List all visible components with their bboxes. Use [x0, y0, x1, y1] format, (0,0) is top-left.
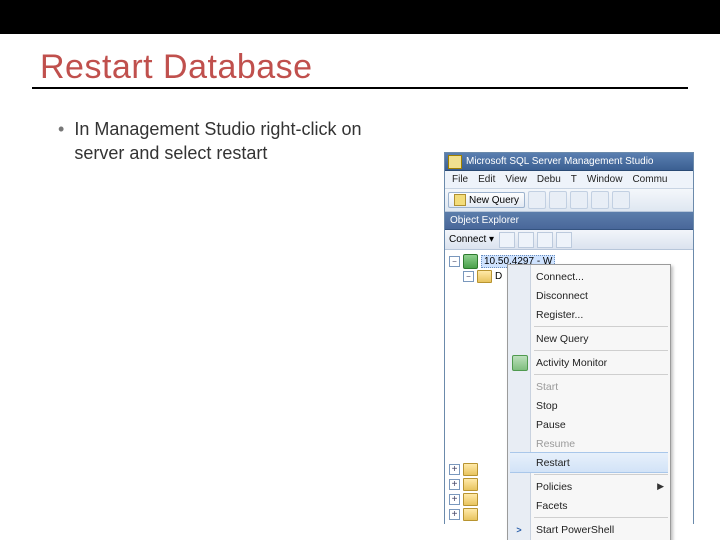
context-menu-item-label: Start [536, 381, 558, 393]
explorer-toolbar-button[interactable] [537, 232, 553, 248]
context-menu-item-start-powershell[interactable]: > Start PowerShell [508, 520, 670, 539]
menu-debug[interactable]: Debu [532, 174, 566, 185]
context-menu-item-label: Resume [536, 438, 575, 450]
context-menu-item-label: Policies [536, 481, 572, 493]
menu-view[interactable]: View [500, 174, 532, 185]
context-menu-separator [534, 326, 668, 327]
slide: Restart Database • In Management Studio … [0, 0, 720, 540]
ssms-window: Microsoft SQL Server Management Studio F… [444, 152, 694, 524]
explorer-toolbar-button[interactable] [556, 232, 572, 248]
folder-icon [463, 478, 478, 491]
new-query-icon [454, 194, 466, 206]
expand-icon[interactable]: + [449, 464, 460, 475]
object-explorer-toolbar: Connect ▾ [445, 230, 693, 250]
slide-title: Restart Database [40, 48, 720, 87]
expand-icon[interactable]: + [449, 509, 460, 520]
submenu-arrow-icon: ▶ [657, 481, 664, 492]
context-menu-item-facets[interactable]: Facets [508, 496, 670, 515]
context-menu-item-label: Start PowerShell [536, 524, 614, 536]
server-icon [463, 254, 478, 269]
collapse-icon[interactable]: − [463, 271, 474, 282]
context-menu-item-label: Register... [536, 309, 583, 321]
context-menu-separator [534, 350, 668, 351]
context-menu-item-activity-monitor[interactable]: Activity Monitor [508, 353, 670, 372]
folder-icon [477, 270, 492, 283]
context-menu-item-label: Facets [536, 500, 568, 512]
expand-icon[interactable]: + [449, 494, 460, 505]
explorer-toolbar-button[interactable] [518, 232, 534, 248]
ps-icon: > [512, 523, 526, 537]
context-menu-item-policies[interactable]: Policies ▶ [508, 477, 670, 496]
object-explorer-title: Object Explorer [450, 215, 519, 226]
context-menu-item-label: Stop [536, 400, 558, 412]
menu-community[interactable]: Commu [627, 174, 672, 185]
folder-icon [463, 493, 478, 506]
context-menu-item-connect[interactable]: Connect... [508, 267, 670, 286]
context-menu-item-label: Disconnect [536, 290, 588, 302]
collapse-icon[interactable]: − [449, 256, 460, 267]
connect-dropdown[interactable]: Connect ▾ [449, 234, 494, 245]
menu-tools[interactable]: T [566, 174, 582, 185]
ssms-menubar: File Edit View Debu T Window Commu [445, 171, 693, 189]
bullet-text: In Management Studio right-click on serv… [74, 117, 398, 166]
ssms-app-icon [448, 155, 462, 169]
explorer-toolbar-button[interactable] [499, 232, 515, 248]
ssms-title-text: Microsoft SQL Server Management Studio [466, 156, 654, 167]
context-menu-item-start: Start [508, 377, 670, 396]
context-menu-item-stop[interactable]: Stop [508, 396, 670, 415]
tree-child-label: D [495, 271, 502, 282]
context-menu-separator [534, 474, 668, 475]
context-menu-item-label: Restart [536, 457, 570, 469]
context-menu-item-restart[interactable]: Restart [510, 452, 668, 473]
slide-body: • In Management Studio right-click on se… [0, 89, 398, 166]
folder-icon [463, 508, 478, 521]
context-menu-item-disconnect[interactable]: Disconnect [508, 286, 670, 305]
toolbar-button[interactable] [570, 191, 588, 209]
context-menu-item-label: Pause [536, 419, 566, 431]
context-menu-separator [534, 374, 668, 375]
tree-leaf-node[interactable]: + [449, 462, 478, 477]
server-context-menu: Connect... Disconnect Register... New Query… [507, 264, 671, 540]
context-menu-item-pause[interactable]: Pause [508, 415, 670, 434]
ssms-toolbar: New Query [445, 189, 693, 212]
toolbar-button[interactable] [528, 191, 546, 209]
context-menu-item-new-query[interactable]: New Query [508, 329, 670, 348]
context-menu-item-register[interactable]: Register... [508, 305, 670, 324]
context-menu-item-label: Activity Monitor [536, 357, 607, 369]
tree-leaf-node[interactable]: + [449, 477, 478, 492]
context-menu-item-label: Connect... [536, 271, 584, 283]
context-menu-item-resume: Resume [508, 434, 670, 453]
expand-icon[interactable]: + [449, 479, 460, 490]
new-query-button[interactable]: New Query [448, 192, 525, 208]
menu-file[interactable]: File [447, 174, 473, 185]
bullet-item: • In Management Studio right-click on se… [58, 117, 398, 166]
menu-window[interactable]: Window [582, 174, 628, 185]
object-explorer-header[interactable]: Object Explorer [445, 212, 693, 230]
ssms-titlebar[interactable]: Microsoft SQL Server Management Studio [445, 153, 693, 171]
tree-leaf-node[interactable]: + [449, 492, 478, 507]
context-menu-separator [534, 517, 668, 518]
toolbar-button[interactable] [591, 191, 609, 209]
tree-leaf-node[interactable]: + [449, 507, 478, 522]
mon-icon [512, 355, 528, 371]
context-menu-item-label: New Query [536, 333, 589, 345]
slide-topbar [0, 0, 720, 34]
toolbar-button[interactable] [549, 191, 567, 209]
new-query-label: New Query [469, 195, 519, 206]
toolbar-button[interactable] [612, 191, 630, 209]
object-explorer-tree: − 10.50.4297 - W − D + + + + Connect...D… [445, 250, 693, 528]
tree-bottom-nodes: + + + + [449, 462, 478, 522]
bullet-dot: • [58, 117, 64, 166]
folder-icon [463, 463, 478, 476]
menu-edit[interactable]: Edit [473, 174, 500, 185]
